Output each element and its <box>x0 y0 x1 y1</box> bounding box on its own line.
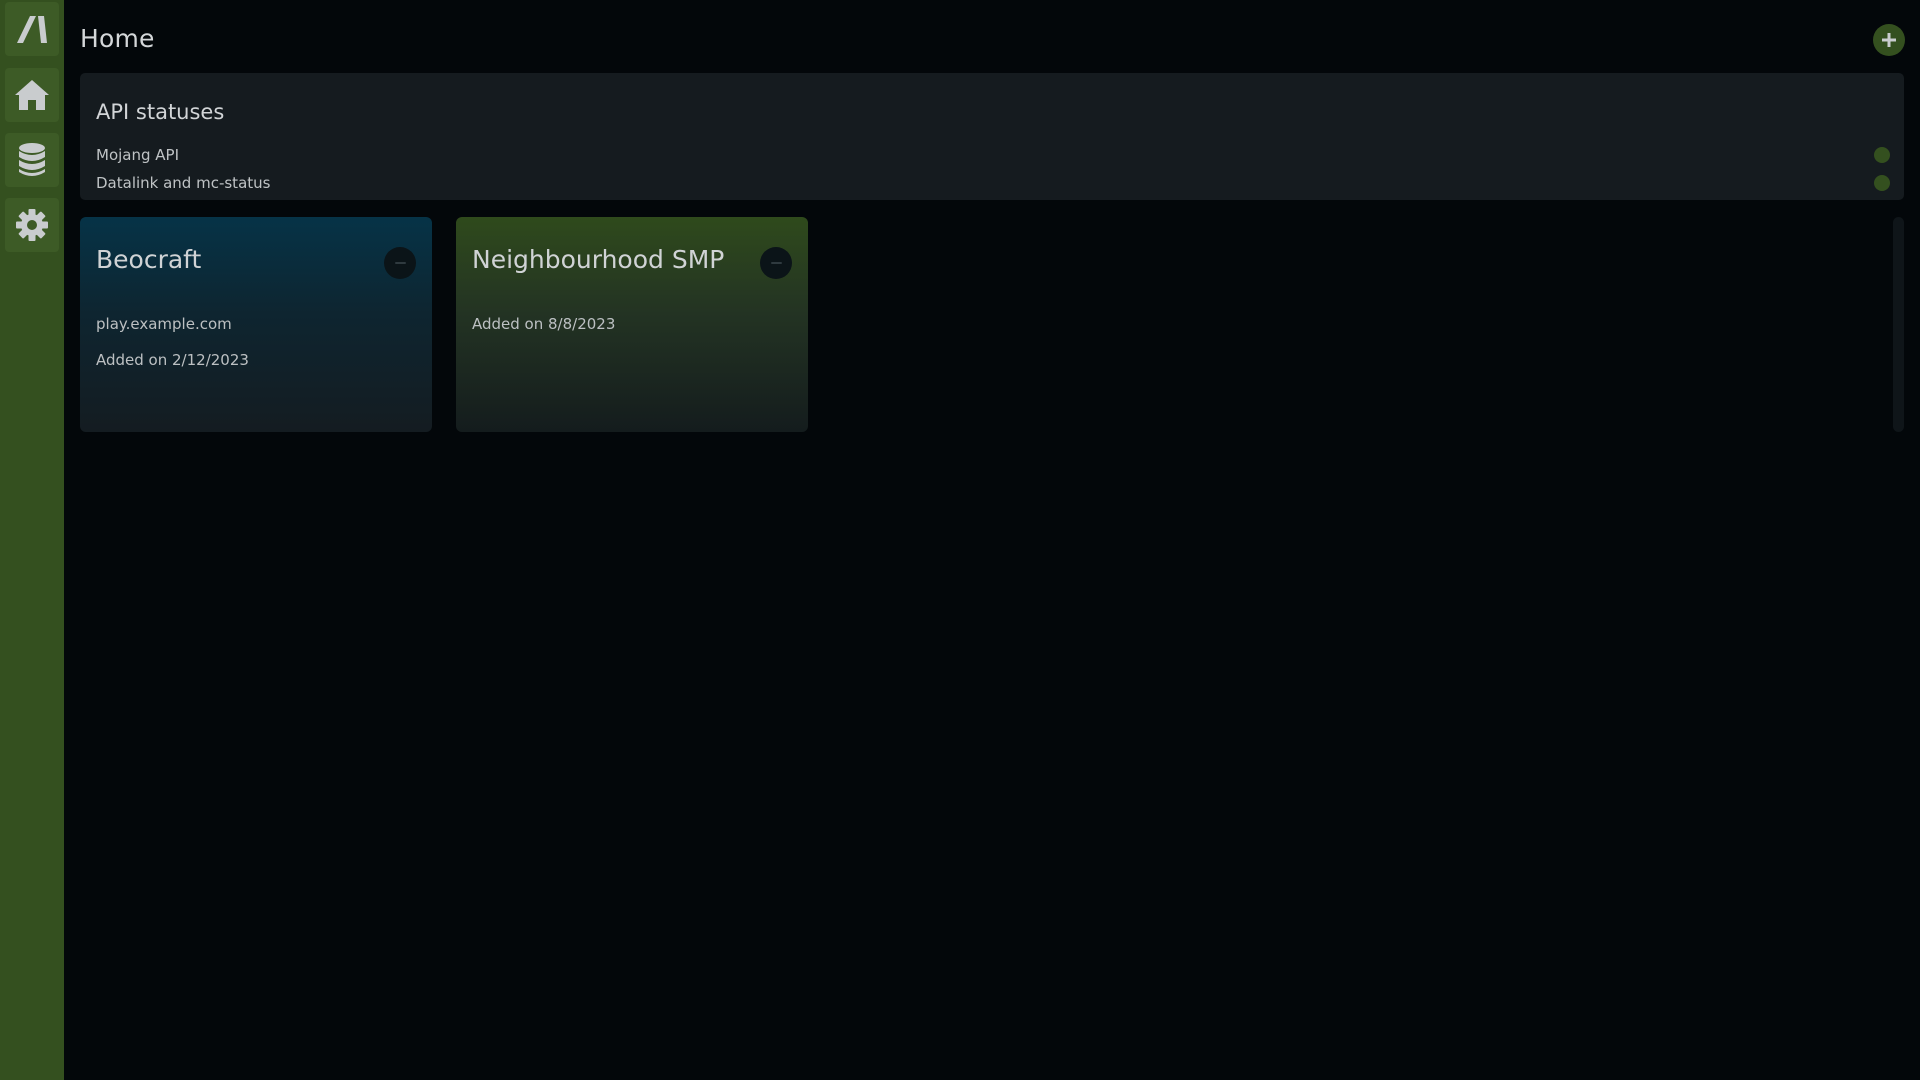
sidebar-item-database[interactable] <box>5 133 59 187</box>
sidebar-item-logo[interactable] <box>5 2 59 56</box>
scrollbar[interactable] <box>1893 217 1904 432</box>
status-indicator <box>1874 147 1890 163</box>
plus-icon <box>1882 33 1896 47</box>
server-name: Beocraft <box>96 245 202 274</box>
server-added-date: Added on 2/12/2023 <box>96 351 249 369</box>
server-address: play.example.com <box>96 315 232 333</box>
server-added-date: Added on 8/8/2023 <box>472 315 616 333</box>
server-card[interactable]: Neighbourhood SMP Added on 8/8/2023 <box>456 217 808 432</box>
api-status-row: Mojang API <box>96 144 1904 166</box>
remove-server-button[interactable] <box>384 247 416 279</box>
api-status-name: Datalink and mc-status <box>96 174 271 192</box>
gear-icon <box>16 209 48 241</box>
sidebar-item-settings[interactable] <box>5 198 59 252</box>
server-name: Neighbourhood SMP <box>472 245 725 274</box>
api-status-name: Mojang API <box>96 146 180 164</box>
minus-icon <box>394 262 406 264</box>
api-status-title: API statuses <box>96 100 225 124</box>
database-icon <box>19 143 45 176</box>
home-icon <box>15 80 49 110</box>
app-logo-icon <box>17 16 47 43</box>
sidebar-item-home[interactable] <box>5 68 59 122</box>
status-indicator <box>1874 175 1890 191</box>
add-server-button[interactable] <box>1873 24 1905 56</box>
server-card[interactable]: Beocraft play.example.com Added on 2/12/… <box>80 217 432 432</box>
api-status-row: Datalink and mc-status <box>96 172 1904 194</box>
remove-server-button[interactable] <box>760 247 792 279</box>
minus-icon <box>770 262 782 264</box>
sidebar <box>0 0 64 1080</box>
page-title: Home <box>80 24 155 53</box>
